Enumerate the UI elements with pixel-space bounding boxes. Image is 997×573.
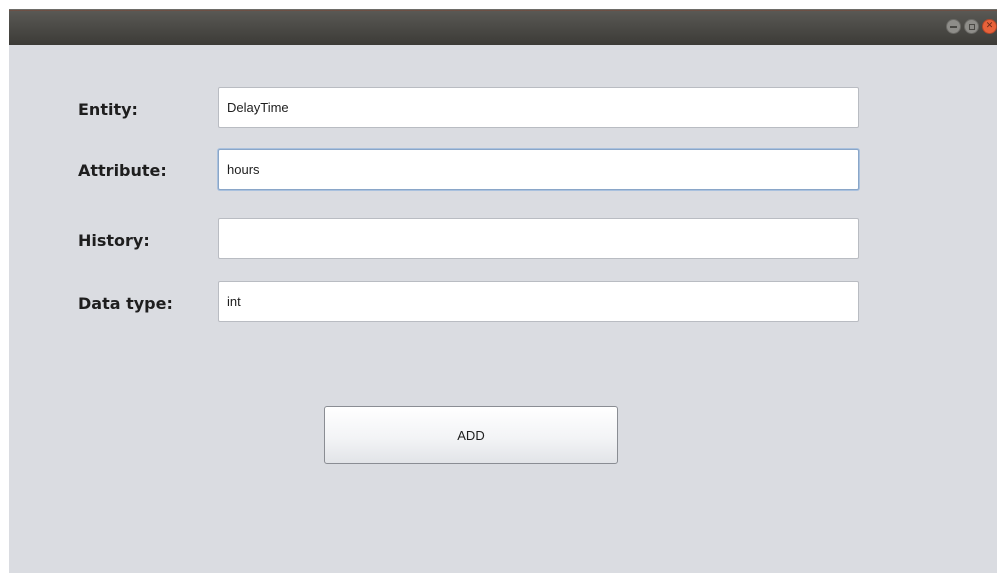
minimize-button[interactable]	[946, 19, 961, 34]
entity-field[interactable]	[218, 87, 859, 128]
maximize-icon	[968, 23, 975, 30]
attribute-label: Attribute:	[78, 161, 167, 180]
app-window: ✕ Entity: Attribute: History: Data type:…	[9, 9, 997, 573]
maximize-button[interactable]	[964, 19, 979, 34]
close-button[interactable]: ✕	[982, 19, 997, 34]
title-bar: ✕	[9, 9, 997, 45]
add-button[interactable]: ADD	[324, 406, 618, 464]
close-icon: ✕	[985, 21, 994, 31]
data-type-label: Data type:	[78, 294, 173, 313]
minimize-icon	[950, 25, 957, 28]
data-type-field[interactable]	[218, 281, 859, 322]
history-field[interactable]	[218, 218, 859, 259]
attribute-field[interactable]	[218, 149, 859, 190]
history-label: History:	[78, 231, 150, 250]
title-bar-accent	[9, 10, 997, 11]
entity-label: Entity:	[78, 100, 138, 119]
